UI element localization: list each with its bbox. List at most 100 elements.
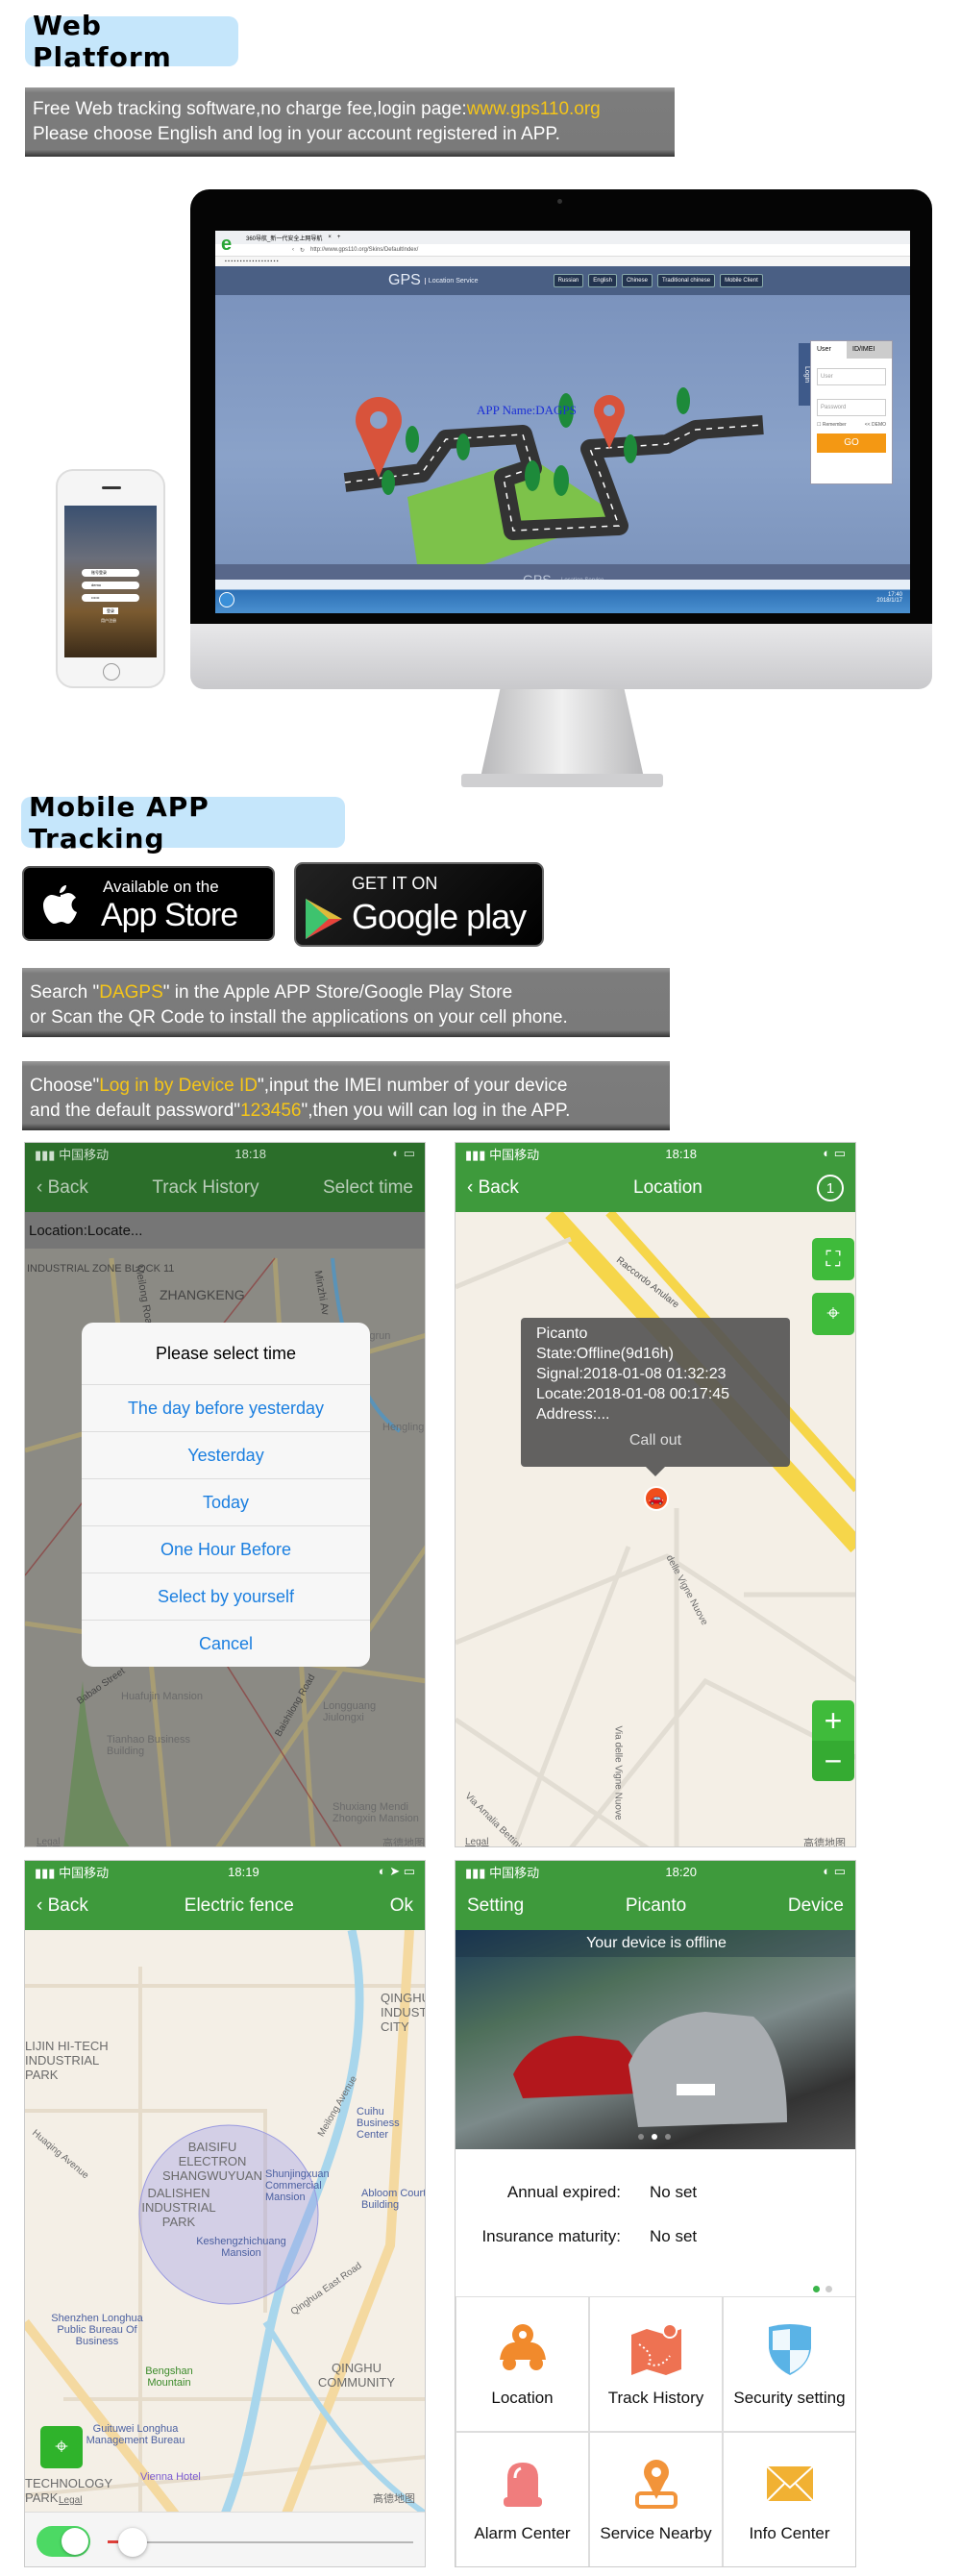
menu-security-setting[interactable]: Security setting (723, 2296, 855, 2432)
nav-bar: Setting Picanto Device (456, 1882, 855, 1930)
back-button[interactable]: ‹ Back (467, 1177, 519, 1199)
zoom-in-button[interactable]: + (812, 1700, 854, 1741)
legal-link[interactable]: Legal (37, 1837, 60, 1846)
dialog-title: Please select time (155, 1343, 297, 1363)
iphone-login-screen: 账号登录 demo •••••• 登录 用户注册 (64, 506, 157, 657)
map-label: DALISHEN INDUSTRIAL PARK (141, 2186, 216, 2229)
map-brand: 高德地图 (803, 1838, 846, 1847)
login-tab[interactable]: Login (799, 343, 810, 406)
username-field[interactable]: demo (82, 582, 139, 589)
call-out-button[interactable]: Call out (536, 1430, 775, 1450)
carousel-dots[interactable] (638, 2134, 671, 2140)
car-marker-icon[interactable]: 🚗 (644, 1486, 669, 1511)
login-page-link[interactable]: www.gps110.org (467, 99, 601, 119)
device-address: Address:... (536, 1406, 610, 1423)
windows-taskbar: 17:40 2018/1/17 (215, 580, 910, 613)
apple-logo-icon (43, 885, 77, 924)
back-button[interactable]: ‹ Back (37, 1177, 88, 1199)
fence-toggle[interactable] (37, 2526, 90, 2557)
login-button[interactable]: 登录 (103, 607, 118, 614)
new-tab-icon[interactable]: + (337, 235, 341, 240)
cancel-button[interactable]: Cancel (82, 1620, 370, 1667)
close-tab-icon[interactable]: × (328, 235, 332, 240)
menu-service-nearby[interactable]: Service Nearby (589, 2432, 723, 2566)
menu-location[interactable]: Location (456, 2296, 589, 2432)
menu-alarm-center[interactable]: Alarm Center (456, 2432, 589, 2566)
reload-icon[interactable]: ↻ (300, 247, 305, 254)
device-state: State:Offline(9d16h) (536, 1346, 674, 1362)
nav-bar: ‹ Back Electric fence Ok (25, 1882, 425, 1930)
option-select-by-yourself[interactable]: Select by yourself (82, 1573, 370, 1620)
map-label: Shuxiang Mendi Zhongxin Mansion (333, 1801, 419, 1824)
radius-slider[interactable] (108, 2541, 413, 2543)
page-dots[interactable] (813, 2286, 832, 2292)
status-bar: ▮▮▮ 中国移动 18:18 ◐ ▭ (456, 1143, 855, 1164)
bookmarks-bar: ▪ ▪ ▪ ▪ ▪ ▪ ▪ ▪ ▪ ▪ ▪ ▪ ▪ ▪ ▪ ▪ ▪ ▪ (215, 257, 910, 266)
account-field[interactable]: 账号登录 (82, 569, 139, 577)
battery-icon: ◐ ▭ (392, 1146, 415, 1160)
hero-banner: APP Name:DAGPS Login User ID/IMEI User P… (215, 295, 910, 564)
radius-slider-thumb[interactable] (117, 2528, 147, 2557)
app-store-badge[interactable]: Available on the App Store (22, 866, 275, 941)
map-label: ZHANGKENG (160, 1287, 245, 1302)
map-label: LIJIN HI-TECH INDUSTRIAL PARK (25, 2039, 109, 2082)
browser-url-bar[interactable]: ‹ ↻ http://www.gps110.org/Skins/DefaultInd… (215, 244, 910, 257)
map-label: BAISIFU ELECTRON SHANGWUYUAN (161, 2140, 262, 2183)
select-time-button[interactable]: Select time (323, 1177, 413, 1199)
browser-tab[interactable]: 360导航_新一代安全上网导航 (246, 234, 322, 242)
fence-controls (25, 2512, 425, 2566)
remember-checkbox[interactable]: ☐ Remember (817, 422, 847, 428)
map-label: Vienna Hotel (140, 2471, 201, 2483)
refresh-countdown-button[interactable]: 1 (816, 1175, 844, 1201)
web-platform-heading: Web Platform (25, 10, 238, 73)
register-link[interactable]: 用户注册 (101, 618, 116, 624)
user-input[interactable]: User (817, 368, 886, 385)
setting-button[interactable]: Setting (467, 1895, 524, 1917)
map-type-button[interactable]: ⛶ (812, 1238, 854, 1280)
locate-device-button[interactable]: ⌖ (812, 1293, 854, 1335)
option-today[interactable]: Today (82, 1478, 370, 1525)
menu-info-center[interactable]: Info Center (723, 2432, 855, 2566)
password-input[interactable]: Password (817, 399, 886, 416)
lang-english-button[interactable]: English (588, 274, 617, 287)
car-pin-icon (499, 2323, 546, 2370)
google-play-badge[interactable]: GET IT ON Google play (294, 862, 544, 947)
mobile-client-button[interactable]: Mobile Client (720, 274, 763, 287)
menu-track-history[interactable]: Track History (589, 2296, 723, 2432)
lang-chinese-button[interactable]: Chinese (621, 274, 653, 287)
legal-link[interactable]: Legal (59, 2495, 82, 2506)
ok-button[interactable]: Ok (390, 1895, 413, 1917)
map-label: Guituwei Longhua Management Bureau (86, 2423, 185, 2446)
device-button[interactable]: Device (788, 1895, 844, 1917)
browser-tab-bar: 360导航_新一代安全上网导航 × + (215, 231, 910, 244)
password-field[interactable]: •••••• (82, 594, 139, 602)
browser-logo-icon: e (221, 234, 233, 255)
locate-time: Locate:2018-01-08 00:17:45 (536, 1386, 730, 1402)
webcam-icon (557, 199, 562, 204)
url-text[interactable]: http://www.gps110.org/Skins/DefaultIndex… (310, 247, 418, 253)
lang-traditional-button[interactable]: Traditional chinese (656, 274, 716, 287)
option-yesterday[interactable]: Yesterday (82, 1431, 370, 1478)
alarm-light-icon (503, 2462, 542, 2507)
callout-arrow (646, 1467, 665, 1476)
info-text: Please choose English and log in your ac… (33, 124, 560, 144)
lang-russian-button[interactable]: Russian (553, 274, 584, 287)
legal-link[interactable]: Legal (465, 1837, 488, 1846)
map-label: Cuihu Business Center (357, 2106, 400, 2141)
zoom-out-button[interactable]: − (812, 1741, 854, 1781)
user-login-tab[interactable]: User (811, 341, 847, 359)
start-button[interactable] (219, 592, 234, 607)
map-brand: 高德地图 (382, 1838, 425, 1847)
option-day-before-yesterday[interactable]: The day before yesterday (82, 1384, 370, 1431)
demo-link[interactable]: << DEMO (865, 422, 886, 428)
map-label: Via delle Vigne Nuove (612, 1725, 624, 1821)
app-name-highlight: DAGPS (99, 982, 163, 1003)
imei-login-tab[interactable]: ID/IMEI (847, 341, 892, 359)
nav-title: Electric fence (184, 1895, 294, 1916)
option-one-hour-before[interactable]: One Hour Before (82, 1525, 370, 1573)
go-button[interactable]: GO (817, 433, 886, 453)
car-banner-image[interactable]: Your device is offline (456, 1930, 855, 2149)
back-icon[interactable]: ‹ (292, 247, 294, 253)
locate-device-button[interactable]: ⌖ (40, 2426, 83, 2468)
back-button[interactable]: ‹ Back (37, 1895, 88, 1917)
